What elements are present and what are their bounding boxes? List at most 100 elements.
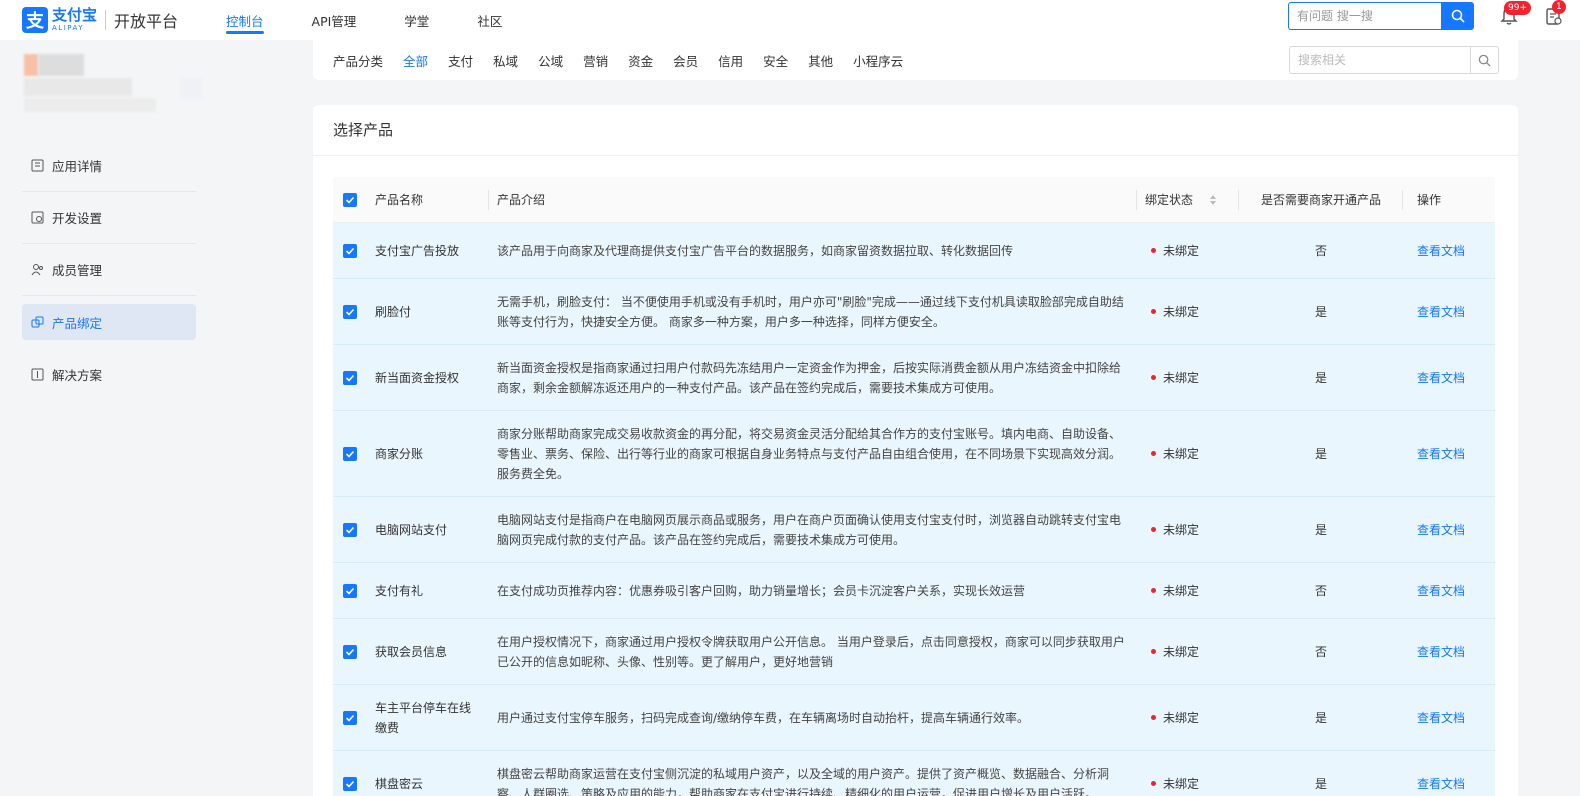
row-checkbox[interactable] xyxy=(343,710,357,725)
bind-status: 未绑定 xyxy=(1163,243,1200,258)
row-checkbox[interactable] xyxy=(343,522,357,537)
check-icon xyxy=(345,374,355,382)
bind-status: 未绑定 xyxy=(1163,446,1200,461)
status-dot-icon xyxy=(1151,375,1156,380)
sidebar-item-app-detail[interactable]: 应用详情 xyxy=(22,140,196,192)
product-desc: 无需手机，刷脸支付： 当不便使用手机或没有手机时，用户亦可"刷脸"完成——通过线… xyxy=(497,294,1124,329)
product-name: 支付宝广告投放 xyxy=(375,243,460,258)
nav-academy[interactable]: 学堂 xyxy=(404,0,429,40)
row-checkbox[interactable] xyxy=(343,446,357,461)
category-marketing[interactable]: 营销 xyxy=(583,51,608,70)
table-row[interactable]: 获取会员信息 在用户授权情况下，商家通过用户授权令牌获取用户公开信息。 当用户登录… xyxy=(333,619,1495,685)
nav-community[interactable]: 社区 xyxy=(477,0,502,40)
sidebar-menu: 应用详情 开发设置 成员管理 产品绑定 解决方案 xyxy=(22,140,196,400)
platform-title: 开放平台 xyxy=(114,12,179,31)
sidebar-item-label: 开发设置 xyxy=(52,211,103,226)
category-security[interactable]: 安全 xyxy=(763,51,788,70)
select-all-checkbox[interactable] xyxy=(343,192,357,207)
category-public-domain[interactable]: 公域 xyxy=(538,51,563,70)
need-merchant-activate: 否 xyxy=(1314,583,1327,598)
table-row[interactable]: 刷脸付 无需手机，刷脸支付： 当不便使用手机或没有手机时，用户亦可"刷脸"完成——… xyxy=(333,279,1495,345)
sidebar-item-members[interactable]: 成员管理 xyxy=(22,244,196,296)
product-search-input[interactable] xyxy=(1289,46,1470,74)
product-name: 商家分账 xyxy=(375,446,424,461)
need-merchant-activate: 是 xyxy=(1314,710,1327,725)
notice-badge: 1 xyxy=(1552,0,1566,14)
row-checkbox[interactable] xyxy=(343,243,357,258)
product-desc: 在支付成功页推荐内容：优惠券吸引客户回购，助力销量增长；会员卡沉淀客户关系，实现… xyxy=(497,583,1026,598)
category-funds[interactable]: 资金 xyxy=(628,51,653,70)
table-row[interactable]: 支付宝广告投放 该产品用于向商家及代理商提供支付宝广告平台的数据服务，如商家留资数… xyxy=(333,223,1495,279)
col-header-status: 绑定状态 xyxy=(1145,192,1194,207)
category-label: 产品分类 xyxy=(333,53,384,69)
category-member[interactable]: 会员 xyxy=(673,51,698,70)
app-detail-icon xyxy=(30,159,44,173)
product-name: 车主平台停车在线缴费 xyxy=(375,700,472,735)
row-checkbox[interactable] xyxy=(343,370,357,385)
solution-icon xyxy=(30,367,44,381)
row-checkbox[interactable] xyxy=(343,644,357,659)
top-search-input[interactable] xyxy=(1288,2,1441,30)
product-table: 产品名称 产品介绍 绑定状态 是否需要商家开通产品 操作 支付宝广告投放 该产品用… xyxy=(333,177,1495,796)
product-name: 棋盘密云 xyxy=(375,776,424,791)
sidebar-item-product-bind[interactable]: 产品绑定 xyxy=(22,304,196,340)
check-icon xyxy=(345,526,355,534)
category-pay[interactable]: 支付 xyxy=(448,51,473,70)
check-icon xyxy=(345,308,355,316)
check-icon xyxy=(345,196,355,204)
main-nav: 控制台 API管理 学堂 社区 xyxy=(226,0,550,40)
table-row[interactable]: 新当面资金授权 新当面资金授权是指商家通过扫用户付款码先冻结用户一定资金作为押金，… xyxy=(333,345,1495,411)
row-checkbox[interactable] xyxy=(343,304,357,319)
sidebar-item-label: 成员管理 xyxy=(52,263,103,278)
table-row[interactable]: 商家分账 商家分账帮助商家完成交易收款资金的再分配，将交易资金灵活分配给其合作方的… xyxy=(333,411,1495,497)
table-row[interactable]: 电脑网站支付 电脑网站支付是指商户在电脑网页展示商品或服务，用户在商户页面确认使用… xyxy=(333,497,1495,563)
category-credit[interactable]: 信用 xyxy=(718,51,743,70)
bell-badge: 99+ xyxy=(1504,1,1531,15)
view-doc-link[interactable]: 查看文档 xyxy=(1417,371,1465,385)
view-doc-link[interactable]: 查看文档 xyxy=(1417,305,1465,319)
category-miniapp-cloud[interactable]: 小程序云 xyxy=(853,51,903,70)
status-dot-icon xyxy=(1151,309,1156,314)
category-other[interactable]: 其他 xyxy=(808,51,833,70)
status-dot-icon xyxy=(1151,248,1156,253)
logo-text-en: ALIPAY xyxy=(52,24,85,32)
check-icon xyxy=(345,648,355,656)
view-doc-link[interactable]: 查看文档 xyxy=(1417,447,1465,461)
top-search-button[interactable] xyxy=(1441,2,1474,30)
nav-api-management[interactable]: API管理 xyxy=(312,0,357,40)
sidebar-item-dev-settings[interactable]: 开发设置 xyxy=(22,192,196,244)
category-private-domain[interactable]: 私域 xyxy=(493,51,518,70)
product-bind-icon xyxy=(30,315,44,329)
table-body: 支付宝广告投放 该产品用于向商家及代理商提供支付宝广告平台的数据服务，如商家留资数… xyxy=(333,223,1495,796)
check-icon xyxy=(345,714,355,722)
table-row[interactable]: 棋盘密云 棋盘密云帮助商家运营在支付宝侧沉淀的私域用户资产，以及全域的用户资产。提… xyxy=(333,751,1495,796)
need-merchant-activate: 是 xyxy=(1314,776,1327,791)
check-icon xyxy=(345,450,355,458)
alipay-logo[interactable]: 支 支付宝 ALIPAY 开放平台 xyxy=(22,6,178,34)
product-desc: 用户通过支付宝停车服务，扫码完成查询/缴纳停车费，在车辆离场时自动抬杆，提高车辆… xyxy=(497,710,1030,725)
logo-text-cn: 支付宝 xyxy=(52,6,98,24)
status-dot-icon xyxy=(1151,715,1156,720)
category-all[interactable]: 全部 xyxy=(403,51,428,70)
nav-console[interactable]: 控制台 xyxy=(226,0,264,40)
view-doc-link[interactable]: 查看文档 xyxy=(1417,711,1465,725)
view-doc-link[interactable]: 查看文档 xyxy=(1417,645,1465,659)
table-row[interactable]: 支付有礼 在支付成功页推荐内容：优惠券吸引客户回购，助力销量增长；会员卡沉淀客户关… xyxy=(333,563,1495,619)
row-checkbox[interactable] xyxy=(343,583,357,598)
sidebar-item-solutions[interactable]: 解决方案 xyxy=(22,348,196,400)
status-dot-icon xyxy=(1151,781,1156,786)
view-doc-link[interactable]: 查看文档 xyxy=(1417,584,1465,598)
check-icon xyxy=(345,780,355,788)
sort-icon[interactable] xyxy=(1209,194,1217,206)
view-doc-link[interactable]: 查看文档 xyxy=(1417,777,1465,791)
view-doc-link[interactable]: 查看文档 xyxy=(1417,244,1465,258)
need-merchant-activate: 是 xyxy=(1314,446,1327,461)
product-search-button[interactable] xyxy=(1470,46,1499,74)
sidebar-item-label: 产品绑定 xyxy=(52,315,103,331)
view-doc-link[interactable]: 查看文档 xyxy=(1417,523,1465,537)
row-checkbox[interactable] xyxy=(343,776,357,791)
table-row[interactable]: 车主平台停车在线缴费 用户通过支付宝停车服务，扫码完成查询/缴纳停车费，在车辆离场… xyxy=(333,685,1495,751)
product-desc: 在用户授权情况下，商家通过用户授权令牌获取用户公开信息。 当用户登录后，点击同意… xyxy=(497,634,1125,669)
bind-status: 未绑定 xyxy=(1163,304,1200,319)
table-header: 产品名称 产品介绍 绑定状态 是否需要商家开通产品 操作 xyxy=(333,177,1495,223)
